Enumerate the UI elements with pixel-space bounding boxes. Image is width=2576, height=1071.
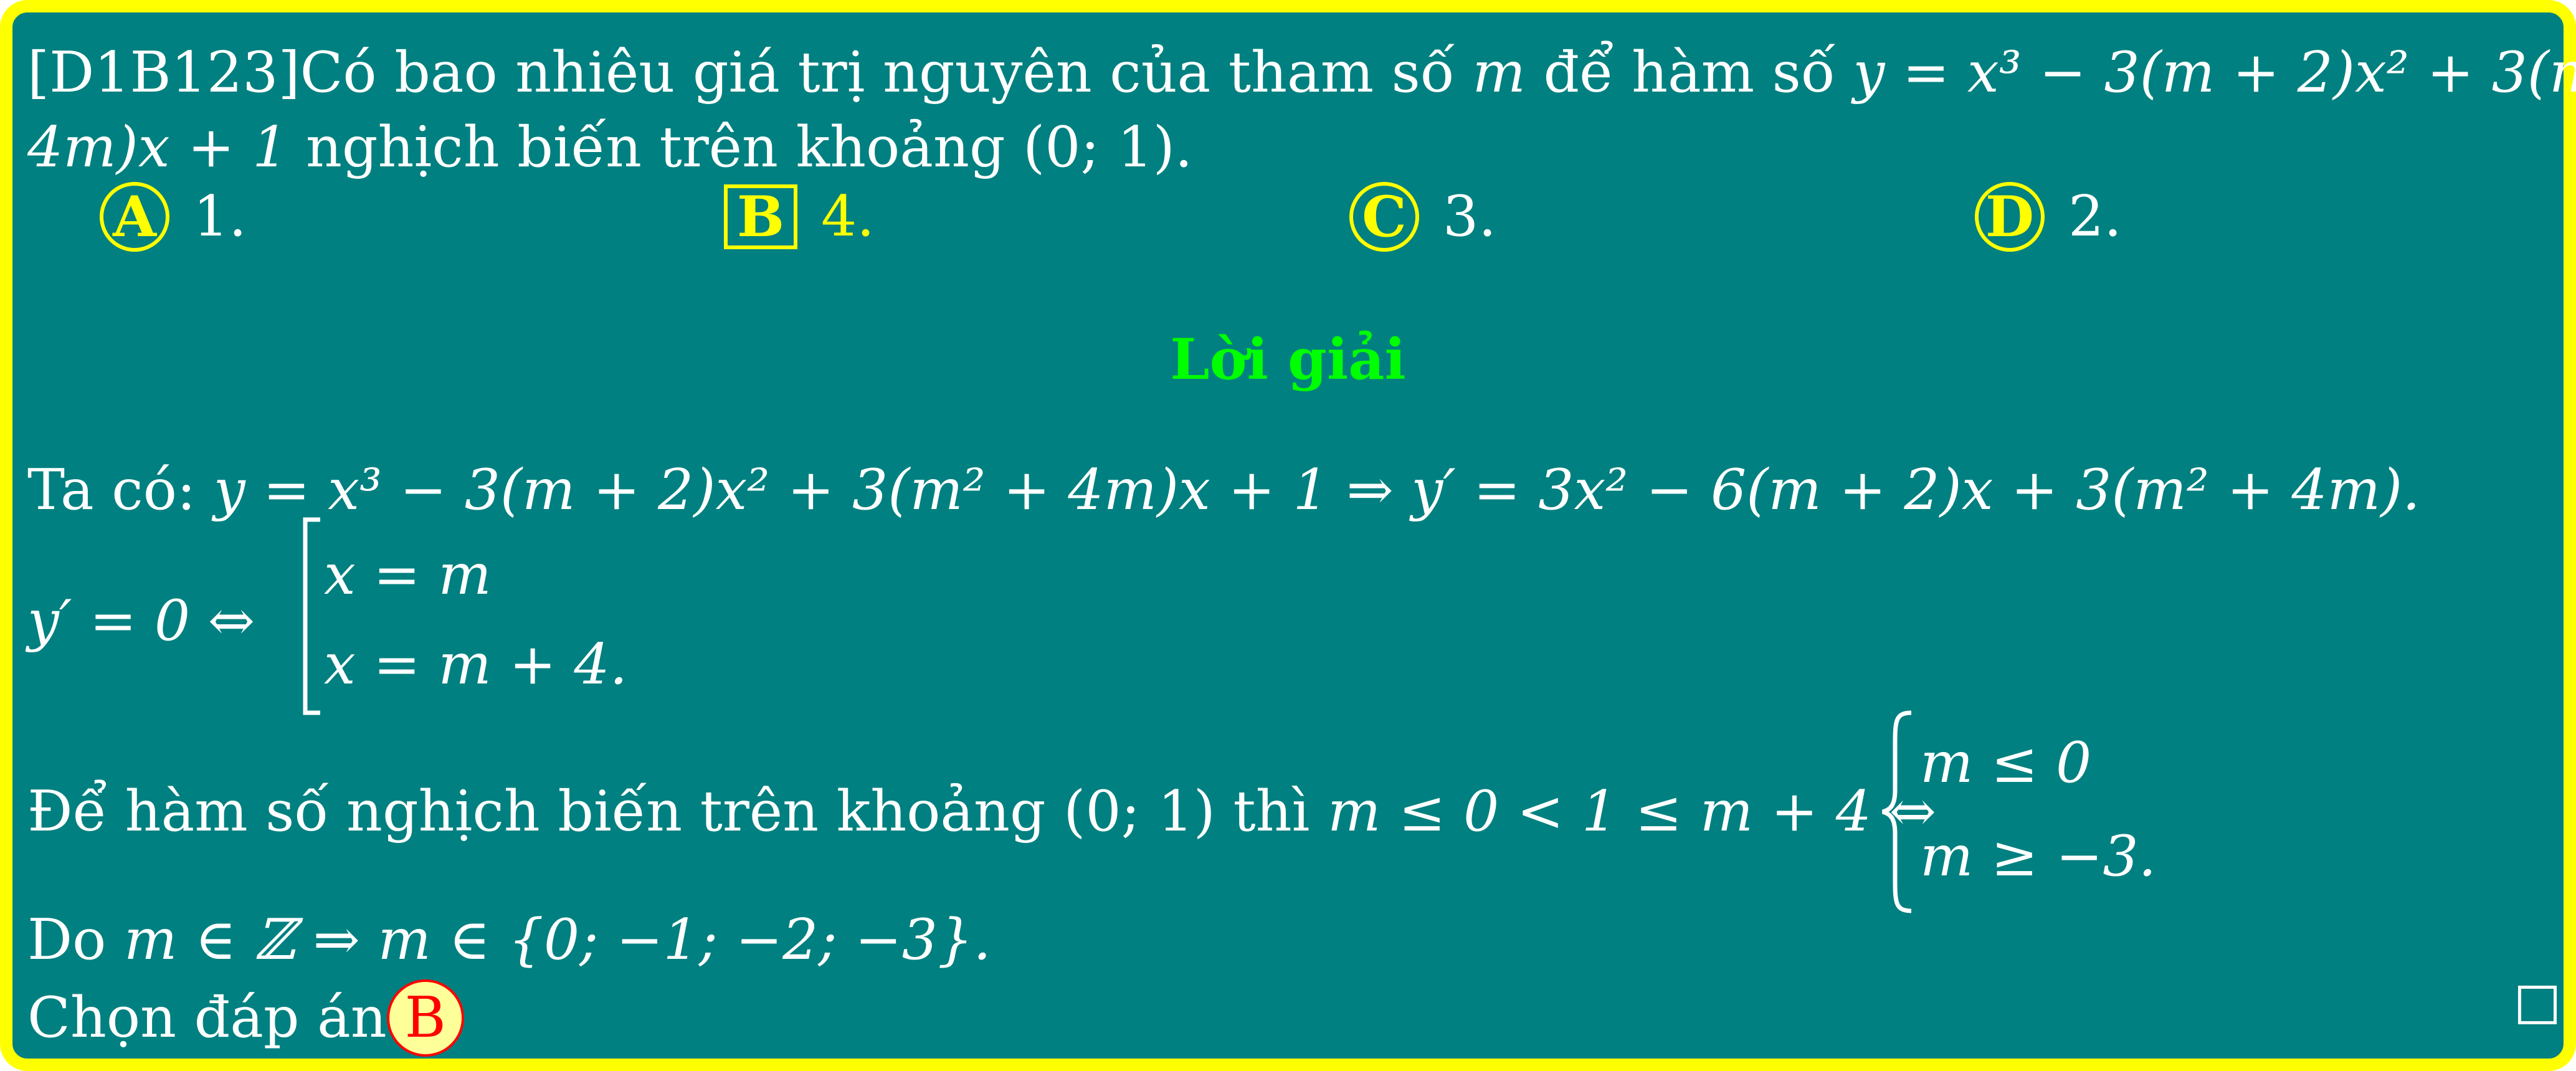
choice-d[interactable]: D 2. — [1975, 182, 2122, 252]
choice-d-text: 2. — [2068, 184, 2122, 249]
choice-a[interactable]: A 1. — [100, 182, 247, 252]
question-card: [D1B123]Có bao nhiêu giá trị nguyên của … — [0, 0, 2576, 1071]
solution-line-4-prefix: Do — [27, 907, 124, 973]
solution-line-1-prefix: Ta có: — [27, 457, 214, 523]
question-line-1: [D1B123]Có bao nhiêu giá trị nguyên của … — [27, 45, 2576, 101]
solution-line-5: Chọn đáp án B — [27, 979, 464, 1057]
choice-b-marker: B — [724, 184, 797, 249]
square-bracket-icon — [303, 517, 320, 715]
curly-brace-icon — [1881, 710, 1912, 913]
root-case-2: x = m + 4. — [324, 632, 628, 697]
derivative-zero-lhs: y′ = 0 ⇔ — [27, 588, 255, 654]
root-case-1: x = m — [324, 542, 492, 607]
solution-line-3: Để hàm số nghịch biến trên khoảng (0; 1)… — [27, 784, 1936, 840]
question-line-2: 4m)x + 1 nghịch biến trên khoảng (0; 1). — [27, 120, 1192, 176]
condition-case-1: m ≤ 0 — [1920, 730, 2092, 796]
choose-answer-text: Chọn đáp án — [27, 985, 387, 1050]
answer-badge: B — [386, 979, 464, 1057]
question-formula-cont: 4m)x + 1 — [27, 115, 288, 180]
choice-a-marker: A — [100, 182, 169, 252]
question-mid: để hàm số — [1525, 40, 1853, 105]
choice-a-text: 1. — [193, 184, 247, 249]
solution-line-3-formula: m ≤ 0 < 1 ≤ m + 4 ⇔ — [1328, 779, 1937, 844]
question-tail: nghịch biến trên khoảng (0; 1). — [288, 115, 1193, 180]
condition-case-2: m ≥ −3. — [1920, 824, 2157, 889]
question-formula: y = x³ − 3(m + 2)x² + 3(m² + — [1853, 40, 2576, 105]
solution-derivative-formula: y = x³ − 3(m + 2)x² + 3(m² + 4m)x + 1 ⇒ … — [213, 457, 2420, 523]
solution-line-3-text: Để hàm số nghịch biến trên khoảng (0; 1)… — [27, 779, 1328, 844]
param-m: m — [1472, 40, 1526, 105]
qed-square-icon — [2518, 986, 2557, 1024]
choice-d-marker: D — [1975, 182, 2045, 252]
solution-title: Lời giải — [1170, 326, 1406, 393]
solution-line-4-formula: m ∈ ℤ ⇒ m ∈ {0; −1; −2; −3}. — [123, 907, 991, 973]
choice-b[interactable]: B 4. — [724, 184, 875, 249]
solution-line-1: Ta có: y = x³ − 3(m + 2)x² + 3(m² + 4m)x… — [27, 462, 2420, 518]
question-prefix: [D1B123]Có bao nhiêu giá trị nguyên của … — [27, 40, 1473, 105]
choice-c[interactable]: C 3. — [1349, 182, 1496, 252]
choice-c-marker: C — [1349, 182, 1419, 252]
choice-c-text: 3. — [1443, 184, 1496, 249]
solution-line-4: Do m ∈ ℤ ⇒ m ∈ {0; −1; −2; −3}. — [27, 912, 991, 968]
choice-b-text: 4. — [821, 184, 875, 249]
